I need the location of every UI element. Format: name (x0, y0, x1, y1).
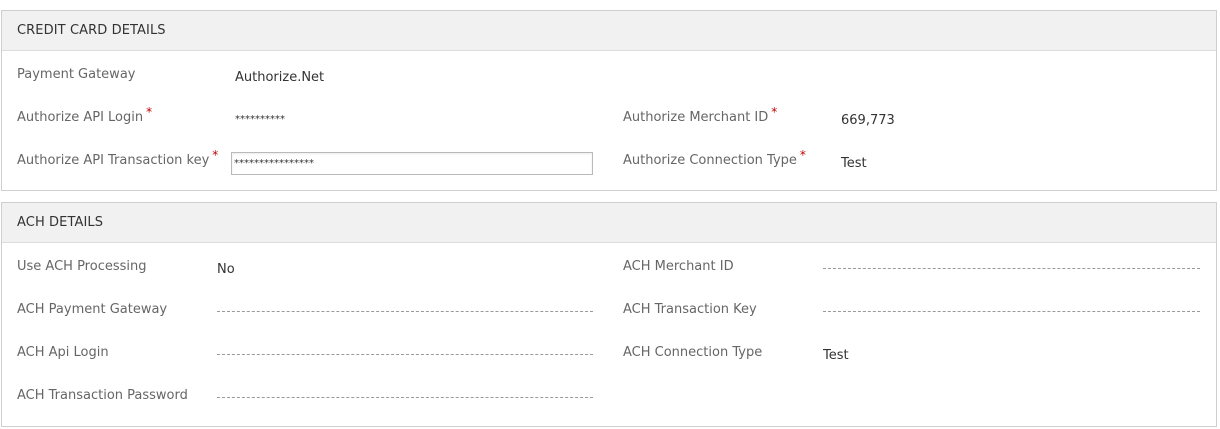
ach-api-login-empty-value (217, 354, 593, 355)
ach-transaction-password-label: ACH Transaction Password (17, 388, 188, 403)
required-marker: * (212, 148, 219, 162)
transaction-key-input[interactable] (231, 152, 593, 175)
ach-transaction-key-label: ACH Transaction Key (623, 302, 757, 317)
ach-transaction-key-empty-value (823, 311, 1200, 312)
required-marker: * (799, 148, 806, 162)
ach-connection-type-value: Test (823, 348, 849, 363)
connection-type-value: Test (841, 156, 867, 171)
ach-transaction-password-empty-value (217, 397, 593, 398)
api-login-label-text: Authorize API Login (17, 110, 144, 125)
ach-payment-gateway-empty-value (217, 311, 593, 312)
api-login-label: Authorize API Login * (17, 105, 152, 125)
merchant-id-value: 669,773 (841, 113, 895, 128)
use-ach-processing-value: No (217, 262, 235, 277)
use-ach-processing-label: Use ACH Processing (17, 259, 147, 274)
connection-type-label-text: Authorize Connection Type (623, 153, 797, 168)
ach-header: ACH DETAILS (2, 203, 1216, 243)
transaction-key-label-text: Authorize API Transaction key (17, 153, 210, 168)
ach-payment-gateway-label: ACH Payment Gateway (17, 302, 168, 317)
ach-merchant-id-empty-value (823, 268, 1200, 269)
api-login-value: ********** (235, 114, 285, 125)
ach-merchant-id-label: ACH Merchant ID (623, 259, 734, 274)
payment-gateway-value: Authorize.Net (235, 70, 325, 85)
ach-api-login-label: ACH Api Login (17, 345, 109, 360)
required-marker: * (771, 105, 778, 119)
credit-card-header: CREDIT CARD DETAILS (2, 11, 1216, 51)
merchant-id-label-text: Authorize Merchant ID (623, 110, 769, 125)
payment-gateway-label: Payment Gateway (17, 67, 136, 82)
transaction-key-label: Authorize API Transaction key * (17, 148, 218, 168)
required-marker: * (146, 105, 153, 119)
connection-type-label: Authorize Connection Type * (623, 148, 806, 168)
ach-connection-type-label: ACH Connection Type (623, 345, 763, 360)
merchant-id-label: Authorize Merchant ID * (623, 105, 777, 125)
